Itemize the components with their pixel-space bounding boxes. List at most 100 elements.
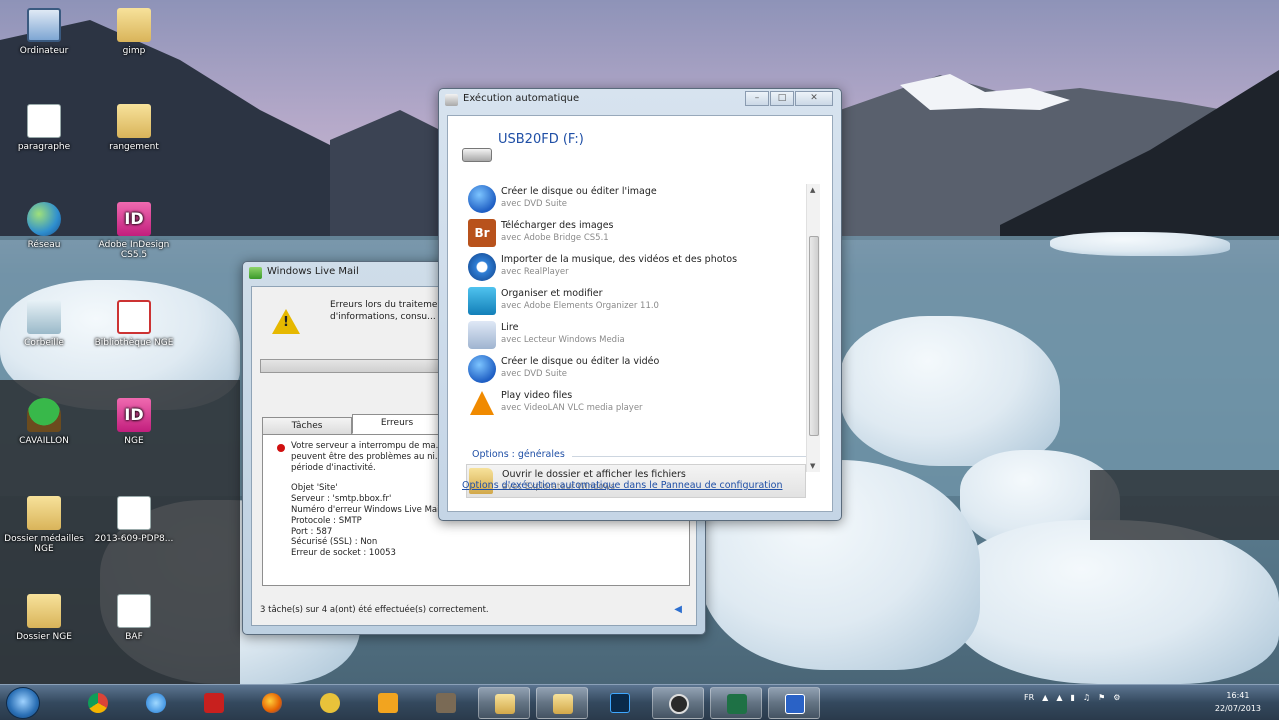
explorer-icon bbox=[553, 694, 573, 714]
signal-icon[interactable]: ▮ bbox=[1070, 693, 1074, 702]
taskbar-excel[interactable] bbox=[710, 687, 762, 719]
section-label: Options : générales bbox=[472, 449, 565, 460]
tab-taches[interactable]: Tâches bbox=[262, 417, 352, 435]
language-indicator[interactable]: FR bbox=[1024, 693, 1034, 702]
chrome-icon bbox=[88, 693, 108, 713]
desktop-icon-ordinateur[interactable]: Ordinateur bbox=[2, 8, 86, 56]
window-controls: – □ ✕ bbox=[744, 91, 833, 106]
show-hidden-icons-icon[interactable]: ▲ bbox=[1042, 693, 1048, 702]
computer-icon bbox=[27, 8, 61, 42]
explorer-icon bbox=[495, 694, 515, 714]
desktop-icon-pdf[interactable]: 2013-609-PDP8... bbox=[92, 496, 176, 544]
indesign-file-icon: ID bbox=[117, 398, 151, 432]
desktop-icon-cavaillon[interactable]: CAVAILLON bbox=[2, 398, 86, 446]
window-title: Windows Live Mail bbox=[267, 266, 359, 277]
scrollbar[interactable]: ▲ ▼ bbox=[806, 184, 820, 472]
taskbar-explorer[interactable] bbox=[478, 687, 530, 719]
hp-icon bbox=[669, 694, 689, 714]
divider bbox=[572, 456, 806, 457]
autoplay-window[interactable]: Exécution automatique – □ ✕ USB20FD (F:)… bbox=[438, 88, 842, 521]
photoshop-icon bbox=[610, 693, 630, 713]
error-line: Port : 587 bbox=[291, 526, 333, 537]
excel-icon bbox=[727, 694, 747, 714]
desktop-icon-reseau[interactable]: Réseau bbox=[2, 202, 86, 250]
desktop-icon-dossier-medailles[interactable]: Dossier médailles NGE bbox=[2, 496, 86, 554]
folder-icon bbox=[27, 594, 61, 628]
autoplay-settings-link[interactable]: Options d'exécution automatique dans le … bbox=[462, 480, 783, 491]
realplayer-icon bbox=[468, 253, 496, 281]
autoplay-options-list: Créer le disque ou éditer l'image avec D… bbox=[466, 182, 806, 420]
taskbar-firefox[interactable] bbox=[246, 687, 298, 719]
drive-small-icon bbox=[445, 94, 458, 106]
elements-organizer-icon bbox=[468, 287, 496, 315]
progress-bar bbox=[260, 359, 450, 373]
start-button[interactable] bbox=[6, 687, 40, 719]
list-item[interactable]: Créer le disque ou éditer la vidéo avec … bbox=[466, 352, 806, 386]
clock-time: 16:41 bbox=[1226, 691, 1250, 700]
internet-explorer-icon bbox=[146, 693, 166, 713]
taskbar-acrobat[interactable] bbox=[188, 687, 240, 719]
taskbar-winamp[interactable] bbox=[304, 687, 356, 719]
desktop-icon-rangement[interactable]: rangement bbox=[92, 104, 176, 152]
rocks bbox=[1090, 470, 1279, 540]
error-icon bbox=[277, 444, 285, 452]
clock-date: 22/07/2013 bbox=[1214, 704, 1261, 713]
firefox-icon bbox=[262, 693, 282, 713]
taskbar-ie[interactable] bbox=[130, 687, 182, 719]
taskbar-photoshop[interactable] bbox=[594, 687, 646, 719]
list-item[interactable]: Organiser et modifier avec Adobe Element… bbox=[466, 284, 806, 318]
taskbar-explorer-2[interactable] bbox=[536, 687, 588, 719]
flag-icon[interactable]: ⚑ bbox=[1098, 693, 1105, 702]
list-item[interactable]: Play video files avec VideoLAN VLC media… bbox=[466, 386, 806, 420]
taskbar-chrome[interactable] bbox=[72, 687, 124, 719]
vlc-icon bbox=[470, 391, 494, 415]
error-line: Erreur de socket : 10053 bbox=[291, 548, 396, 559]
folder-icon bbox=[117, 104, 151, 138]
clock[interactable]: 16:41 22/07/2013 bbox=[1215, 689, 1261, 715]
list-item[interactable]: Lire avec Lecteur Windows Media bbox=[466, 318, 806, 352]
desktop: Ordinateur gimp paragraphe rangement Rés… bbox=[0, 0, 1279, 684]
status-text: 3 tâche(s) sur 4 a(ont) été effectuée(s)… bbox=[260, 605, 489, 615]
ice-floe bbox=[950, 520, 1279, 684]
list-item[interactable]: Br Télécharger des images avec Adobe Bri… bbox=[466, 216, 806, 250]
desktop-icon-nge[interactable]: ID NGE bbox=[92, 398, 176, 446]
acrobat-icon bbox=[204, 693, 224, 713]
warning-icon: ! bbox=[272, 309, 300, 334]
taskbar-outlook[interactable] bbox=[362, 687, 414, 719]
scrollbar-thumb[interactable] bbox=[809, 236, 819, 436]
windows-media-player-icon bbox=[468, 321, 496, 349]
title-bar[interactable]: Exécution automatique – □ ✕ bbox=[439, 89, 841, 111]
desktop-icon-paragraphe[interactable]: paragraphe bbox=[2, 104, 86, 152]
taskbar-app[interactable] bbox=[768, 687, 820, 719]
error-message: Erreurs lors du traitement d'information… bbox=[330, 300, 447, 322]
taskbar-gimp[interactable] bbox=[420, 687, 472, 719]
list-item[interactable]: Créer le disque ou éditer l'image avec D… bbox=[466, 182, 806, 216]
gimp-icon bbox=[436, 693, 456, 713]
close-button[interactable]: ✕ bbox=[795, 91, 833, 106]
list-item[interactable]: Importer de la musique, des vidéos et de… bbox=[466, 250, 806, 284]
desktop-icon-gimp[interactable]: gimp bbox=[92, 8, 176, 56]
taskbar-hp[interactable] bbox=[652, 687, 704, 719]
scroll-down-icon[interactable]: ▼ bbox=[810, 462, 815, 470]
maximize-button[interactable]: □ bbox=[770, 91, 794, 106]
error-line: Sécurisé (SSL) : Non bbox=[291, 537, 378, 548]
power-icon[interactable]: ⚙ bbox=[1113, 693, 1120, 702]
window-body: USB20FD (F:) Créer le disque ou éditer l… bbox=[447, 115, 833, 512]
minimize-button[interactable]: – bbox=[745, 91, 769, 106]
volume-icon[interactable]: ♫ bbox=[1083, 693, 1090, 702]
tab-erreurs[interactable]: Erreurs bbox=[352, 414, 442, 434]
recycle-bin-icon bbox=[27, 300, 61, 334]
desktop-icon-indesign[interactable]: ID Adobe InDesign CS5.5 bbox=[92, 202, 176, 260]
pdf-file-icon bbox=[117, 496, 151, 530]
desktop-icon-corbeille[interactable]: Corbeille bbox=[2, 300, 86, 348]
adobe-bridge-icon: Br bbox=[468, 219, 496, 247]
scroll-up-icon[interactable]: ▲ bbox=[810, 186, 815, 194]
network-icon[interactable]: ▲ bbox=[1056, 693, 1062, 702]
desktop-icon-dossier-nge[interactable]: Dossier NGE bbox=[2, 594, 86, 642]
desktop-icon-baf[interactable]: BAF bbox=[92, 594, 176, 642]
network-icon bbox=[27, 202, 61, 236]
folder-icon bbox=[117, 8, 151, 42]
dvd-suite-icon bbox=[468, 355, 496, 383]
desktop-icon-bibliotheque[interactable]: Bibliothèque NGE bbox=[92, 300, 176, 348]
arrow-left-icon[interactable]: ◀ bbox=[674, 604, 682, 615]
